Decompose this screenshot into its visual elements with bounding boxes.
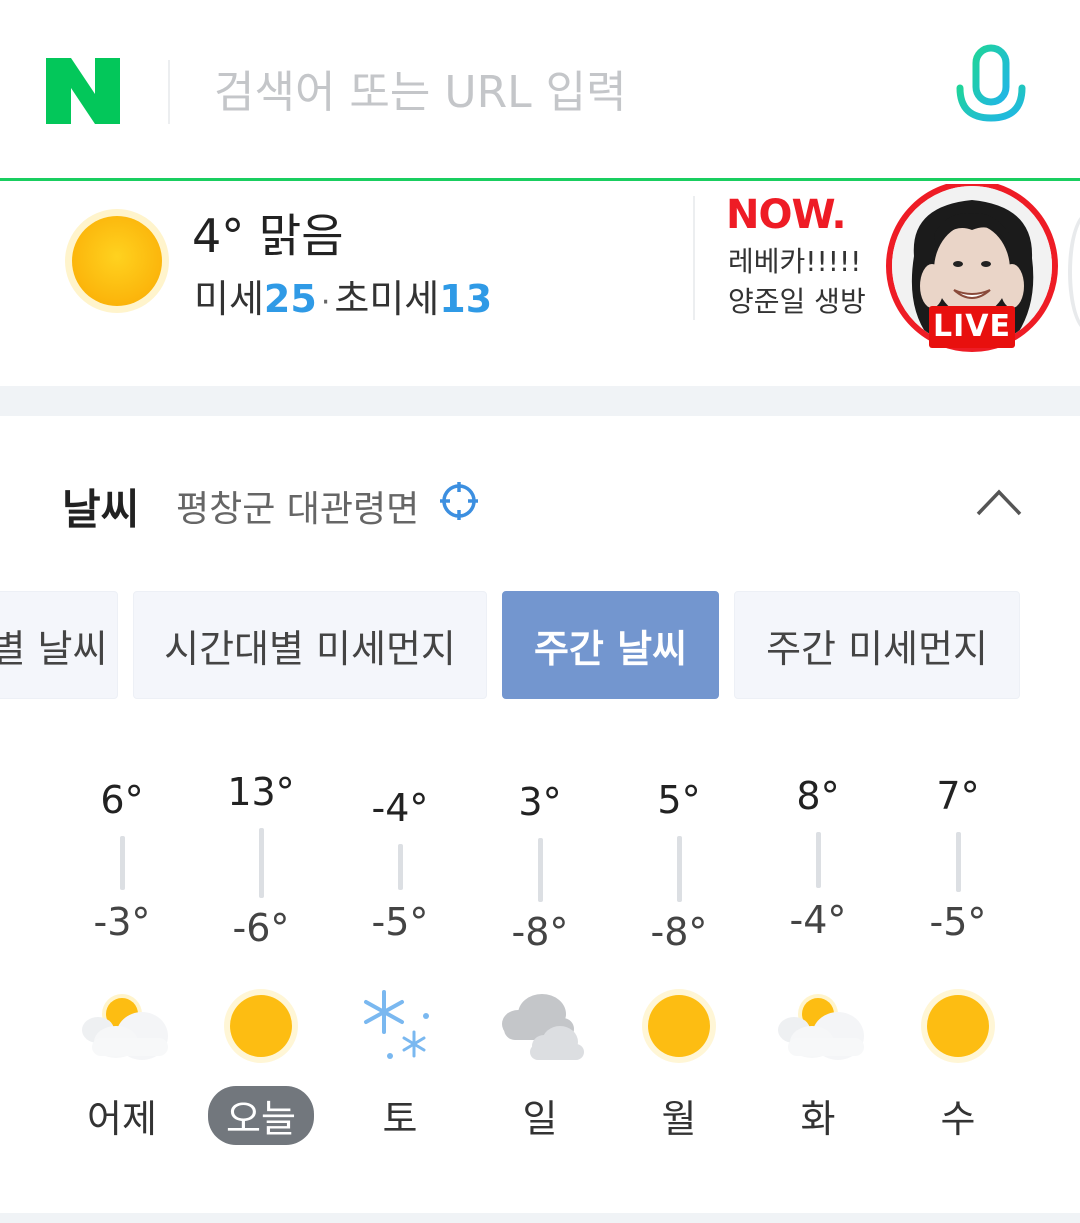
next-live-avatar[interactable] — [1068, 212, 1080, 332]
sun-icon — [642, 989, 716, 1063]
section-divider — [0, 1213, 1080, 1223]
tab-label: 주간 날씨 — [533, 626, 688, 671]
weather-title[interactable]: 날씨 — [62, 476, 139, 537]
tab-hourly-dust[interactable]: 시간대별 미세먼지 — [133, 591, 487, 699]
forecast-day[interactable]: 5° -8° 월 — [609, 756, 749, 1186]
live-badge: LIVE — [929, 306, 1015, 348]
tab-label: 별 날씨 — [0, 626, 108, 671]
day-label: 화 — [800, 1097, 836, 1141]
ultrafine-dust-label: 초미세 — [334, 277, 440, 321]
forecast-day[interactable]: 8° -4° 화 — [748, 756, 888, 1186]
low-temp: -3° — [93, 900, 151, 944]
search-bar — [0, 0, 1080, 181]
chevron-up-icon[interactable] — [974, 480, 1024, 520]
forecast-day[interactable]: 7° -5° 수 — [888, 756, 1028, 1186]
tab-label: 시간대별 미세먼지 — [164, 626, 456, 671]
microphone-icon[interactable] — [952, 44, 1030, 138]
search-input[interactable] — [214, 56, 914, 128]
temp-range-bar — [677, 836, 682, 902]
tab-weekly-dust[interactable]: 주간 미세먼지 — [734, 591, 1020, 699]
temp-range-bar — [816, 832, 821, 888]
day-label-today: 오늘 — [191, 1086, 331, 1145]
sun-icon — [224, 989, 298, 1063]
sun-icon — [65, 209, 169, 313]
tab-weekly-weather[interactable]: 주간 날씨 — [502, 591, 719, 699]
now-show-subtitle[interactable]: 양준일 생방 — [728, 280, 866, 320]
low-temp: -4° — [789, 898, 847, 942]
high-temp: 6° — [100, 778, 144, 822]
weather-summary[interactable]: 4° 맑음 미세25 · 초미세13 NOW. 레베카!!!!! 양준일 생방 LI… — [0, 184, 1080, 386]
day-label: 수 — [940, 1097, 976, 1141]
fine-dust-label: 미세 — [194, 277, 264, 321]
forecast-day[interactable]: -4° -5° 토 — [330, 756, 470, 1186]
snow-icon — [364, 990, 429, 1059]
temp-range-bar — [259, 828, 264, 898]
high-temp: -4° — [371, 786, 429, 830]
temp-range-bar — [956, 832, 961, 892]
high-temp: 7° — [936, 774, 980, 818]
location-target-icon[interactable] — [438, 480, 480, 522]
divider — [168, 60, 170, 124]
now-logo[interactable]: NOW. — [726, 192, 847, 238]
tab-label: 주간 미세먼지 — [766, 626, 988, 671]
high-temp: 3° — [518, 780, 562, 824]
current-temperature: 4° — [192, 209, 245, 263]
weather-location[interactable]: 평창군 대관령면 — [176, 480, 419, 532]
forecast-day[interactable]: 6° -3° 어제 — [52, 756, 192, 1186]
low-temp: -5° — [929, 900, 987, 944]
current-weather: 4° 맑음 — [192, 200, 344, 266]
now-show-title[interactable]: 레베카!!!!! — [728, 240, 861, 280]
day-label: 일 — [522, 1097, 558, 1141]
weather-tabs: 별 날씨 시간대별 미세먼지 주간 날씨 주간 미세먼지 — [0, 591, 1080, 699]
fine-dust-value: 25 — [263, 277, 317, 321]
weekly-forecast: 6° -3° 어제 13° -6° 오늘 -4° -5° 토 3° -8° 일 … — [0, 756, 1080, 1186]
tab-weather[interactable]: 별 날씨 — [0, 591, 118, 699]
high-temp: 13° — [227, 770, 295, 814]
weather-card: 날씨 평창군 대관령면 별 날씨 시간대별 미세먼지 주간 날씨 주간 미세먼지… — [0, 416, 1080, 1213]
temp-range-bar — [120, 836, 125, 890]
low-temp: -8° — [511, 910, 569, 954]
low-temp: -8° — [650, 910, 708, 954]
low-temp: -5° — [371, 900, 429, 944]
temp-range-bar — [398, 844, 403, 890]
dust-separator: · — [320, 285, 331, 320]
partly-cloudy-icon — [82, 994, 168, 1060]
temp-range-bar — [538, 838, 543, 902]
divider — [693, 196, 695, 320]
day-label: 토 — [382, 1097, 418, 1141]
section-divider — [0, 386, 1080, 416]
day-label: 어제 — [87, 1097, 157, 1141]
day-label: 월 — [661, 1097, 697, 1141]
current-condition: 맑음 — [258, 209, 344, 263]
cloudy-icon — [502, 994, 584, 1060]
sun-icon — [921, 989, 995, 1063]
high-temp: 5° — [657, 778, 701, 822]
partly-cloudy-icon — [778, 994, 864, 1060]
dust-info: 미세25 · 초미세13 — [194, 268, 492, 323]
ultrafine-dust-value: 13 — [439, 277, 493, 321]
low-temp: -6° — [232, 906, 290, 950]
forecast-day[interactable]: 13° -6° 오늘 — [191, 756, 331, 1186]
forecast-day[interactable]: 3° -8° 일 — [470, 756, 610, 1186]
naver-logo-icon[interactable] — [46, 58, 120, 124]
high-temp: 8° — [796, 774, 840, 818]
